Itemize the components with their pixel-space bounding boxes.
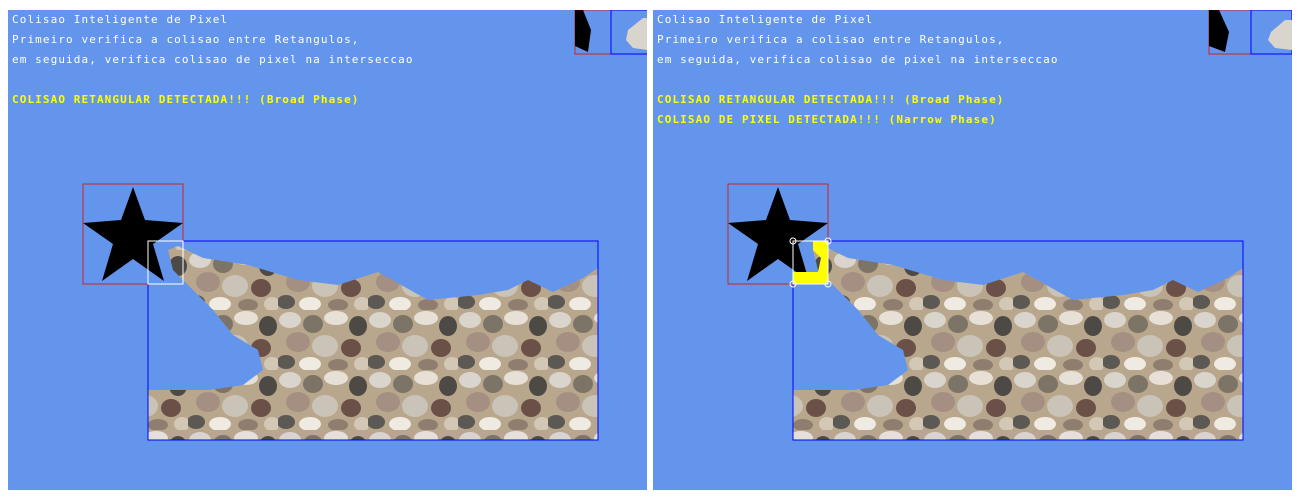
minimap — [1208, 10, 1292, 55]
minimap-rock — [626, 18, 647, 50]
hud-description-line1: Primeiro verifica a colisao entre Retang… — [657, 33, 1005, 46]
minimap-rock — [1268, 20, 1292, 50]
minimap-star — [1209, 10, 1229, 52]
narrow-phase-alert: COLISAO DE PIXEL DETECTADA!!! (Narrow Ph… — [657, 113, 997, 126]
right-scene — [727, 10, 1292, 441]
hud-title: Colisao Inteligente de Pixel — [12, 13, 229, 26]
broad-phase-alert: COLISAO RETANGULAR DETECTADA!!! (Broad P… — [657, 93, 1005, 106]
right-game-viewport: Colisao Inteligente de Pixel Primeiro ve… — [653, 10, 1292, 490]
hud-description-line1: Primeiro verifica a colisao entre Retang… — [12, 33, 360, 46]
hud-description-line2: em seguida, verifica colisao de pixel na… — [12, 53, 414, 66]
left-scene — [82, 10, 647, 441]
minimap — [574, 10, 647, 55]
hud-title: Colisao Inteligente de Pixel — [657, 13, 874, 26]
hud-description-line2: em seguida, verifica colisao de pixel na… — [657, 53, 1059, 66]
broad-phase-alert: COLISAO RETANGULAR DETECTADA!!! (Broad P… — [12, 93, 360, 106]
star-sprite — [728, 187, 828, 281]
left-game-viewport: Colisao Inteligente de Pixel Primeiro ve… — [8, 10, 647, 490]
star-sprite — [83, 187, 183, 281]
rock-terrain — [148, 246, 598, 440]
minimap-star — [575, 10, 591, 52]
rock-terrain — [793, 246, 1243, 440]
